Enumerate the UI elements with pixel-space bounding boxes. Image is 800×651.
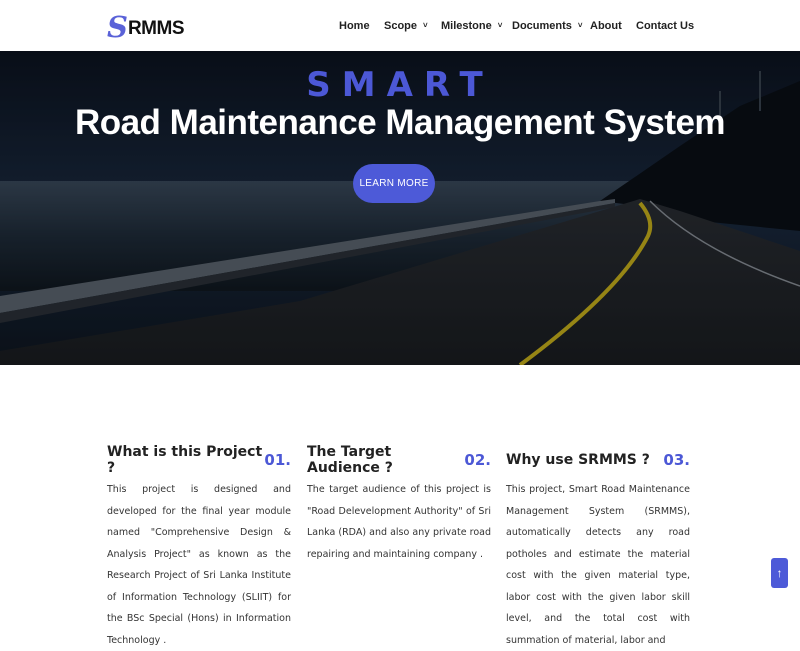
nav-scope[interactable]: Scope ˅ [384,0,428,51]
feature-column-2: The Target Audience ? 02. The target aud… [307,444,491,565]
learn-more-button[interactable]: LEARN MORE [353,164,435,203]
feature-number: 03. [663,451,690,469]
feature-title: What is this Project ? [107,444,263,476]
top-navbar: S RMMS Home Scope ˅ Milestone ˅ Document… [0,0,800,51]
back-to-top-button[interactable]: ↑ [771,558,788,588]
arrow-up-icon: ↑ [776,566,783,580]
nav-home[interactable]: Home [339,0,370,51]
feature-number: 01. [264,451,291,469]
nav-scope-label: Scope [384,19,418,32]
hero-tagline: SMART [306,65,494,105]
logo-initial: S [107,10,128,44]
nav-about[interactable]: About [590,0,622,51]
feature-text: This project, Smart Road Maintenance Man… [506,484,690,646]
nav-milestone[interactable]: Milestone ˅ [441,0,502,51]
brand-logo[interactable]: S RMMS [107,10,185,44]
feature-title: Why use SRMMS ? [506,452,650,468]
nav-contact[interactable]: Contact Us [636,0,694,51]
feature-column-1: What is this Project ? 01. This project … [107,444,291,651]
feature-title: The Target Audience ? [307,444,393,476]
chevron-down-icon: ˅ [497,21,503,30]
feature-text: This project is designed and developed f… [107,484,291,646]
feature-text: The target audience of this project is "… [307,484,491,560]
feature-number: 02. [464,451,491,469]
chevron-down-icon: ˅ [577,21,583,30]
chevron-down-icon: ˅ [423,21,428,30]
hero-banner: SMART Road Maintenance Management System… [0,51,800,365]
nav-about-label: About [590,19,622,32]
nav-home-label: Home [339,19,370,32]
hero-title: Road Maintenance Management System [74,103,726,142]
logo-text: RMMS [127,18,185,39]
nav-milestone-label: Milestone [441,19,492,32]
nav-documents[interactable]: Documents ˅ [512,0,583,51]
nav-contact-label: Contact Us [636,19,695,32]
nav-documents-label: Documents [512,19,572,32]
feature-column-3: Why use SRMMS ? 03. This project, Smart … [506,449,690,651]
